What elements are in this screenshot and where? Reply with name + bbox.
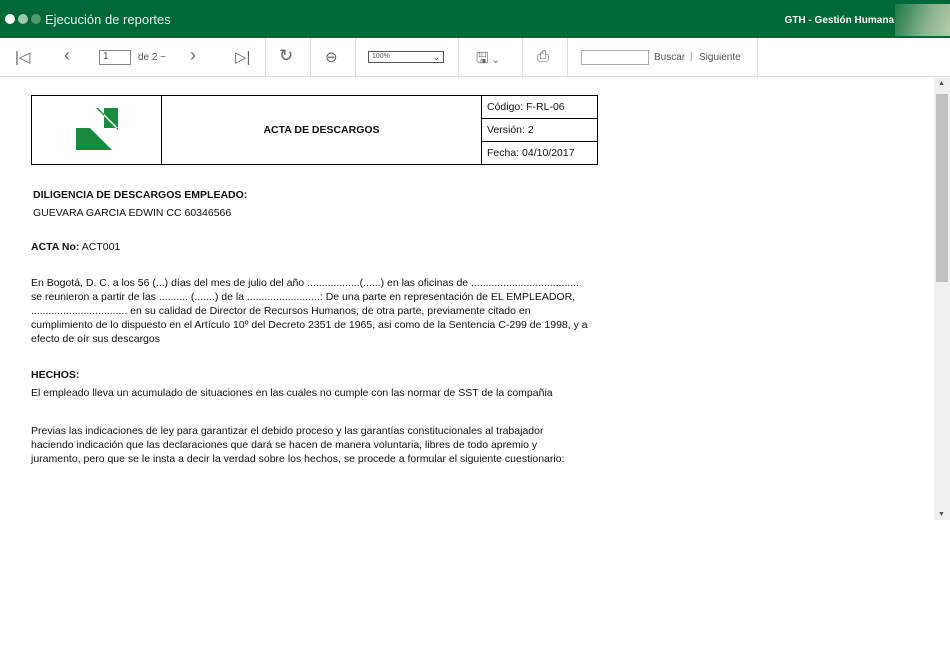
employee-info: GUEVARA GARCIA EDWIN CC 60346566 xyxy=(33,207,232,219)
zoom-value: 100% xyxy=(372,53,390,60)
prev-page-icon[interactable]: ‹ xyxy=(64,45,70,66)
report-toolbar: |◁ ‹ 1 de 2 ~ › ▷| ↻ ⊖ 100% ⌄ 🖫 ⌄ ⎙ Busca… xyxy=(0,38,950,77)
window-dot-icon xyxy=(31,14,41,24)
company-logo xyxy=(31,95,162,165)
app-header: Ejecución de reportes GTH - Gestión Huma… xyxy=(0,0,950,38)
first-page-icon[interactable]: |◁ xyxy=(15,48,30,66)
document-version: Versión: 2 xyxy=(481,118,598,142)
brand-label: GTH - Gestión Humana xyxy=(784,15,894,26)
chevron-down-icon: ⌄ xyxy=(432,52,440,62)
print-icon[interactable]: ⎙ xyxy=(537,48,549,65)
report-page: ACTA DE DESCARGOS Código: F-RL-06 Versió… xyxy=(0,78,934,520)
window-dot-icon xyxy=(18,14,28,24)
vertical-scrollbar[interactable]: ▲ ▼ xyxy=(934,78,950,520)
save-icon[interactable]: 🖫 ⌄ xyxy=(476,48,500,73)
document-title: ACTA DE DESCARGOS xyxy=(161,95,482,165)
logo-icon xyxy=(75,107,118,150)
acta-label: ACTA No: xyxy=(31,241,80,253)
search-button[interactable]: Buscar xyxy=(654,52,685,63)
search-input[interactable] xyxy=(581,50,649,65)
document-date: Fecha: 04/10/2017 xyxy=(481,141,598,165)
zoom-select[interactable]: 100% ⌄ xyxy=(368,51,444,63)
next-result-button[interactable]: Siguiente xyxy=(699,52,741,63)
hechos-heading: HECHOS: xyxy=(31,369,80,381)
brand-image xyxy=(895,4,950,36)
last-page-icon[interactable]: ▷| xyxy=(235,48,250,66)
procedure-paragraph: Previas las indicaciones de ley para gar… xyxy=(31,425,565,465)
document-code: Código: F-RL-06 xyxy=(481,95,598,119)
intro-paragraph: En Bogotá, D. C. a los 56 (...) días del… xyxy=(31,277,588,345)
acta-value: ACT001 xyxy=(81,241,121,253)
scrollbar-thumb[interactable] xyxy=(936,94,948,282)
back-icon[interactable]: ⊖ xyxy=(325,48,338,66)
scroll-down-icon[interactable]: ▼ xyxy=(938,511,945,518)
refresh-icon[interactable]: ↻ xyxy=(279,46,293,66)
diligence-heading: DILIGENCIA DE DESCARGOS EMPLEADO: xyxy=(33,189,248,201)
scroll-up-icon[interactable]: ▲ xyxy=(938,80,945,87)
window-dot-icon xyxy=(5,14,15,24)
page-total: de 2 ~ xyxy=(138,52,167,63)
app-title: Ejecución de reportes xyxy=(45,12,171,27)
page-number-input[interactable]: 1 xyxy=(99,50,131,65)
hechos-text: El empleado lleva un acumulado de situac… xyxy=(31,387,553,399)
next-page-icon[interactable]: › xyxy=(190,45,196,66)
acta-number: ACTA No: ACT001 xyxy=(31,240,601,254)
document-header-table: ACTA DE DESCARGOS Código: F-RL-06 Versió… xyxy=(31,95,598,165)
